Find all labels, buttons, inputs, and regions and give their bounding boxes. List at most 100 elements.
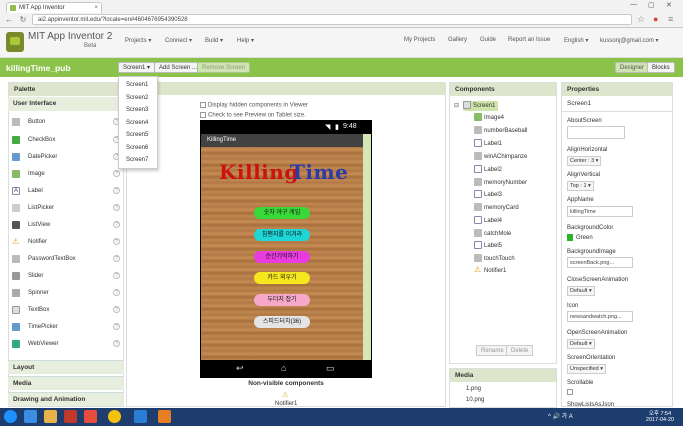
- palette-section-drawing[interactable]: Drawing and Animation: [8, 392, 124, 406]
- component-touchtouch[interactable]: touchTouch: [474, 254, 515, 264]
- palette-category-user-interface[interactable]: User Interface: [8, 97, 124, 111]
- component-label3[interactable]: Label3: [474, 190, 502, 200]
- palette-section-media[interactable]: Media: [8, 376, 124, 390]
- app-taskbar-icon[interactable]: [84, 410, 97, 423]
- screen-option-3[interactable]: Screen3: [126, 107, 148, 113]
- tablet-preview-checkbox[interactable]: Check to see Preview on Tablet size.: [200, 112, 306, 119]
- start-icon[interactable]: [4, 410, 17, 423]
- palette-item-listpicker[interactable]: ListPicker?: [12, 203, 120, 213]
- blocks-button[interactable]: Blocks: [647, 62, 675, 73]
- palette-item-image[interactable]: Image?: [12, 169, 120, 179]
- account-menu[interactable]: kussonj@gmail.com ▾: [600, 37, 658, 44]
- remove-screen-button[interactable]: Remove Screen: [197, 62, 251, 73]
- screen-option-1[interactable]: Screen1: [126, 82, 148, 88]
- menu-projects[interactable]: Projects ▾: [125, 37, 151, 44]
- catch-mole-button[interactable]: 두더지 잡기: [254, 294, 310, 306]
- gallery-link[interactable]: Gallery: [448, 37, 467, 43]
- component-notifier1[interactable]: ⚠ Notifier1: [474, 266, 506, 276]
- notifier-label[interactable]: Notifier1: [275, 401, 297, 407]
- help-icon[interactable]: ?: [113, 204, 120, 211]
- palette-item-webviewer[interactable]: WebViewer?: [12, 339, 120, 349]
- designer-button[interactable]: Designer: [615, 62, 650, 73]
- media-file[interactable]: 10.png: [466, 397, 484, 403]
- help-icon[interactable]: ?: [113, 323, 120, 330]
- taskbar-clock[interactable]: 오후 7:54 2017-04-20: [640, 409, 680, 423]
- address-bar[interactable]: ai2.appinventor.mit.edu/?locale=en#46046…: [32, 14, 632, 25]
- align-horizontal-select[interactable]: Center : 3 ▾: [567, 156, 602, 166]
- folder-taskbar-icon[interactable]: [158, 410, 171, 423]
- menu-build[interactable]: Build ▾: [205, 37, 223, 44]
- palette-item-datepicker[interactable]: DatePicker?: [12, 152, 120, 162]
- background-color-picker[interactable]: Green: [567, 234, 593, 241]
- palette-item-passwordtextbox[interactable]: PasswordTextBox?: [12, 254, 120, 264]
- help-icon[interactable]: ?: [113, 221, 120, 228]
- background-image-input[interactable]: screenBack.png...: [567, 257, 633, 268]
- media-taskbar-icon[interactable]: [64, 410, 77, 423]
- edge-taskbar-icon[interactable]: [134, 410, 147, 423]
- help-icon[interactable]: ?: [113, 340, 120, 347]
- chrome-taskbar-icon[interactable]: [108, 410, 121, 423]
- component-memorynumber[interactable]: memoryNumber: [474, 178, 527, 188]
- close-tab-icon[interactable]: ×: [94, 3, 98, 13]
- help-icon[interactable]: ?: [113, 255, 120, 262]
- browser-tab[interactable]: MIT App Inventor ×: [6, 2, 102, 13]
- browser-menu-icon[interactable]: ≡: [668, 14, 673, 24]
- component-memorycard[interactable]: memoryCard: [474, 203, 519, 213]
- component-winachimpanze[interactable]: winAChimpanze: [474, 152, 527, 162]
- close-animation-select[interactable]: Default ▾: [567, 286, 595, 296]
- screen-option-7[interactable]: Screen7: [126, 157, 148, 163]
- component-catchmole[interactable]: catchMole: [474, 229, 511, 239]
- palette-item-spinner[interactable]: Spinner?: [12, 288, 120, 298]
- palette-item-checkbox[interactable]: CheckBox?: [12, 135, 120, 145]
- display-hidden-checkbox[interactable]: Display hidden components in Viewer: [200, 102, 308, 109]
- system-tray[interactable]: ^ 🔊 가 A: [548, 411, 573, 420]
- minimize-icon[interactable]: —: [630, 1, 637, 8]
- component-label5[interactable]: Label5: [474, 241, 502, 251]
- app-inventor-logo-icon[interactable]: [6, 32, 24, 52]
- component-screen1[interactable]: Screen1: [463, 101, 499, 111]
- screen-option-4[interactable]: Screen4: [126, 120, 148, 126]
- component-numberbaseball[interactable]: numberBaseball: [474, 126, 527, 136]
- reload-icon[interactable]: ↻: [18, 15, 28, 24]
- help-icon[interactable]: ?: [113, 306, 120, 313]
- palette-item-textbox[interactable]: TextBox?: [12, 305, 120, 315]
- report-issue-link[interactable]: Report an Issue: [508, 37, 550, 43]
- guide-link[interactable]: Guide: [480, 37, 496, 43]
- about-screen-textarea[interactable]: [567, 126, 625, 139]
- component-label2[interactable]: Label2: [474, 165, 502, 175]
- win-chimpanzee-button[interactable]: 침팬지를 이겨라: [254, 229, 310, 241]
- palette-section-layout[interactable]: Layout: [8, 360, 124, 374]
- ie-taskbar-icon[interactable]: [24, 410, 37, 423]
- help-icon[interactable]: ?: [113, 238, 120, 245]
- component-image4[interactable]: Image4: [474, 113, 504, 123]
- screen-option-5[interactable]: Screen5: [126, 132, 148, 138]
- extension-icon[interactable]: ●: [653, 14, 658, 24]
- component-label1[interactable]: Label1: [474, 139, 502, 149]
- media-file[interactable]: 1.png: [466, 386, 481, 392]
- icon-input[interactable]: newsandwatch.png...: [567, 311, 633, 322]
- language-menu[interactable]: English ▾: [564, 37, 588, 44]
- palette-item-notifier[interactable]: ⚠ Notifier?: [12, 237, 120, 247]
- help-icon[interactable]: ?: [113, 170, 120, 177]
- help-icon[interactable]: ?: [113, 289, 120, 296]
- close-window-icon[interactable]: ✕: [666, 1, 672, 9]
- my-projects-link[interactable]: My Projects: [404, 37, 435, 43]
- help-icon[interactable]: ?: [113, 272, 120, 279]
- palette-item-listview[interactable]: ListView?: [12, 220, 120, 230]
- align-vertical-select[interactable]: Top : 1 ▾: [567, 181, 594, 191]
- app-name-input[interactable]: killingTime: [567, 206, 633, 217]
- palette-item-button[interactable]: Button?: [12, 117, 120, 127]
- back-icon[interactable]: ←: [4, 15, 14, 24]
- screen-orientation-select[interactable]: Unspecified ▾: [567, 364, 607, 374]
- memory-number-button[interactable]: 순간기억하기: [254, 251, 310, 263]
- component-label4[interactable]: Label4: [474, 216, 502, 226]
- menu-help[interactable]: Help ▾: [237, 37, 254, 44]
- screen-select-button[interactable]: Screen1 ▾: [118, 62, 156, 73]
- help-icon[interactable]: ?: [113, 187, 120, 194]
- scrollable-checkbox[interactable]: [567, 389, 573, 395]
- palette-item-timepicker[interactable]: TimePicker?: [12, 322, 120, 332]
- menu-connect[interactable]: Connect ▾: [165, 37, 192, 44]
- screen-option-6[interactable]: Screen6: [126, 145, 148, 151]
- delete-button[interactable]: Delete: [506, 345, 534, 356]
- open-animation-select[interactable]: Default ▾: [567, 339, 595, 349]
